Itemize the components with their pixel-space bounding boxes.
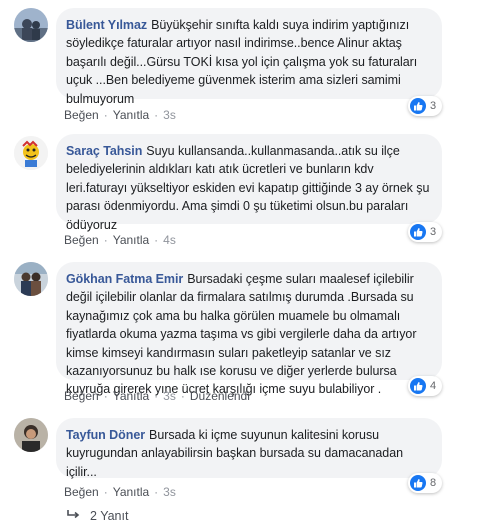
thumbs-up-icon: [410, 475, 426, 491]
reaction-badge[interactable]: 4: [408, 376, 443, 396]
reaction-badge[interactable]: 8: [408, 473, 443, 493]
comment-actions: Beğen · Yanıtla · 3s: [64, 108, 176, 122]
comment-author[interactable]: Gökhan Fatma Emir: [66, 272, 183, 286]
comments-section: Bülent Yılmaz Büyükşehir sınıfta kaldı su…: [0, 0, 479, 523]
view-replies-link[interactable]: 2 Yanıt: [66, 508, 128, 523]
avatar[interactable]: [14, 136, 48, 170]
like-button[interactable]: Beğen: [64, 233, 99, 247]
reply-button[interactable]: Yanıtla: [113, 108, 149, 122]
reply-arrow-icon: [66, 508, 80, 523]
comment-text: Bursadaki çeşme suları maalesef içilebil…: [66, 272, 417, 397]
reply-button[interactable]: Yanıtla: [113, 233, 149, 247]
reply-button[interactable]: Yanıtla: [113, 485, 149, 499]
reply-button[interactable]: Yanıtla: [113, 389, 149, 403]
avatar[interactable]: [14, 262, 48, 296]
reaction-count: 4: [430, 380, 437, 392]
comment-time[interactable]: 3s: [163, 389, 176, 403]
reaction-count: 3: [430, 100, 437, 112]
avatar[interactable]: [14, 8, 48, 42]
comment-author[interactable]: Saraç Tahsin: [66, 144, 142, 158]
thumbs-up-icon: [410, 378, 426, 394]
comment-actions: Beğen · Yanıtla · 3s · Düzenlendi: [64, 389, 250, 403]
reaction-count: 8: [430, 477, 437, 489]
comment-actions: Beğen · Yanıtla · 4s: [64, 233, 176, 247]
comment-time[interactable]: 3s: [163, 485, 176, 499]
thumbs-up-icon: [410, 98, 426, 114]
comment-actions: Beğen · Yanıtla · 3s: [64, 485, 176, 499]
comment-author[interactable]: Bülent Yılmaz: [66, 18, 147, 32]
reaction-count: 3: [430, 226, 437, 238]
thumbs-up-icon: [410, 224, 426, 240]
like-button[interactable]: Beğen: [64, 389, 99, 403]
comment-time[interactable]: 3s: [163, 108, 176, 122]
comment-bubble: Tayfun Döner Bursada ki içme suyunun kali…: [56, 418, 442, 479]
comment-author[interactable]: Tayfun Döner: [66, 428, 145, 442]
like-button[interactable]: Beğen: [64, 108, 99, 122]
edited-label[interactable]: Düzenlendi: [190, 389, 250, 403]
avatar[interactable]: [14, 418, 48, 452]
comment-bubble: Saraç Tahsin Suyu kullansanda..kullanmasa…: [56, 134, 442, 232]
reaction-badge[interactable]: 3: [408, 96, 443, 116]
comment-bubble: Bülent Yılmaz Büyükşehir sınıfta kaldı su…: [56, 8, 442, 106]
comment-time[interactable]: 4s: [163, 233, 176, 247]
reaction-badge[interactable]: 3: [408, 222, 443, 242]
replies-count-label[interactable]: 2 Yanıt: [90, 509, 128, 523]
like-button[interactable]: Beğen: [64, 485, 99, 499]
comment-bubble: Gökhan Fatma Emir Bursadaki çeşme suları …: [56, 262, 442, 396]
